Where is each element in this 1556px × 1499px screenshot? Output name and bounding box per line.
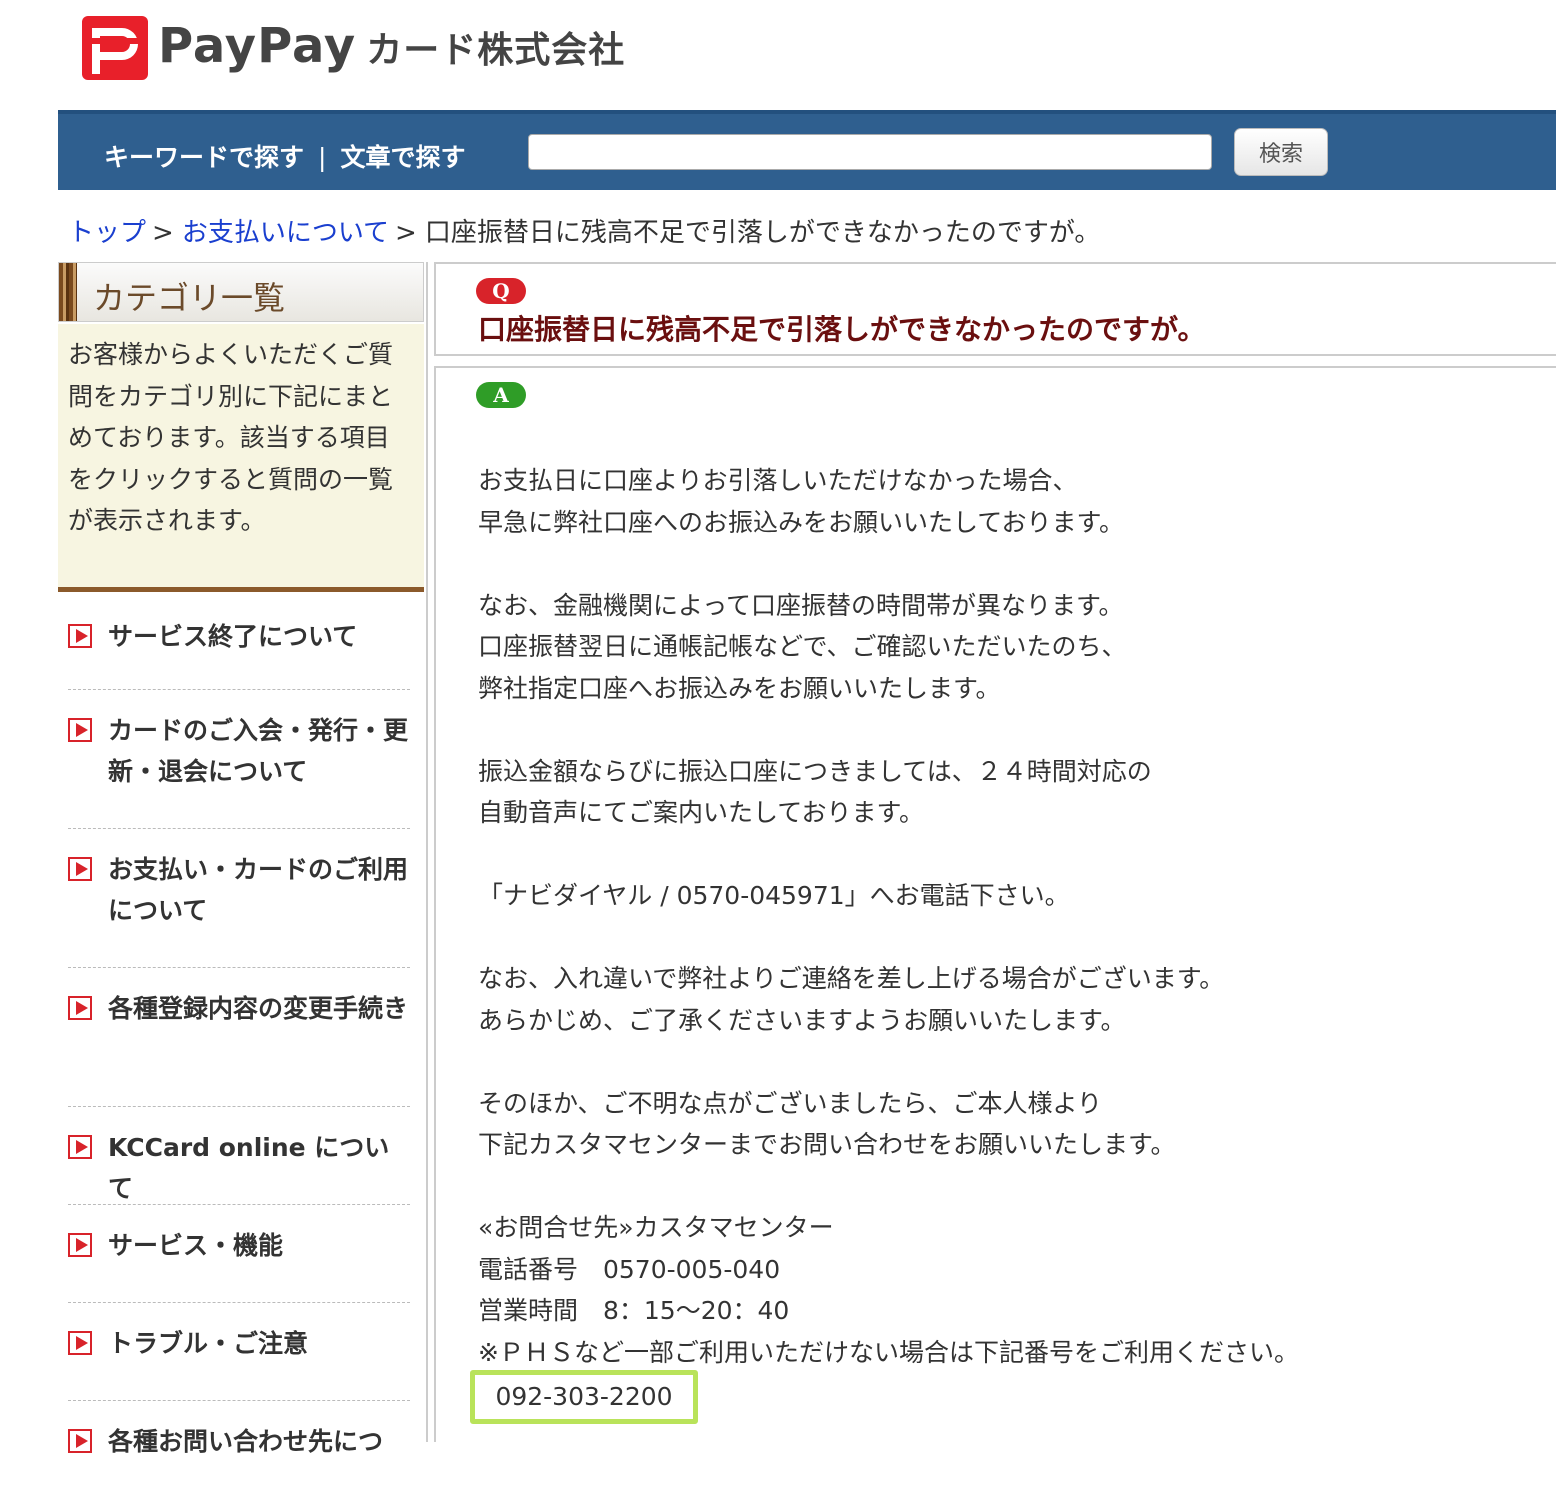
category-description: お客様からよくいただくご質問をカテゴリ別に下記にまとめております。該当する項目を… — [58, 324, 424, 592]
category-item-service-end[interactable]: サービス終了について — [68, 596, 410, 690]
answer-line — [478, 917, 1538, 959]
breadcrumb: トップ > お支払いについて > 口座振替日に残高不足で引落しができなかったのですが。 — [68, 212, 1100, 249]
answer-line: 「ナビダイヤル / 0570-045971」へお電話下さい。 — [478, 881, 1070, 910]
category-item-label[interactable]: トラブル・ご注意 — [108, 1323, 408, 1364]
category-item-label[interactable]: サービス終了について — [108, 616, 408, 657]
arrow-right-icon — [68, 857, 92, 881]
search-mode-sentence[interactable]: 文章で探す — [340, 143, 465, 172]
arrow-right-icon — [68, 996, 92, 1020]
category-item-label[interactable]: サービス・機能 — [108, 1225, 408, 1266]
answer-line: 下記カスタマセンターまでお問い合わせをお願いいたします。 — [478, 1130, 1176, 1159]
answer-line: 弊社指定口座へお振込みをお願いいたします。 — [478, 673, 1001, 703]
category-item-contacts[interactable]: 各種お問い合わせ先につ — [68, 1401, 410, 1499]
answer-body: お支払日に口座よりお引落しいただけなかった場合、 早急に弊社口座へのお振込みをお… — [478, 460, 1538, 1373]
answer-line — [478, 543, 1538, 585]
contact-phone: 電話番号 0570-005-040 — [478, 1254, 781, 1284]
contact-hours: 営業時間 8：15～20：40 — [478, 1296, 790, 1325]
answer-line: なお、金融機関によって口座振替の時間帯が異なります。 — [478, 590, 1124, 620]
arrow-right-icon — [68, 624, 92, 648]
answer-line — [478, 1166, 1538, 1208]
category-title: カテゴリ一覧 — [93, 279, 286, 317]
brand-name: PayPay カード株式会社 — [158, 18, 625, 74]
answer-line: 自動音声にてご案内いたしております。 — [478, 798, 925, 827]
arrow-right-icon — [68, 718, 92, 742]
answer-line: お支払日に口座よりお引落しいただけなかった場合、 — [478, 466, 1078, 495]
arrow-right-icon — [68, 1429, 92, 1453]
answer-line: 口座振替翌日に通帳記帳などで、ご確認いただいたのち、 — [478, 632, 1127, 661]
answer-line: なお、入れ違いで弊社よりご連絡を差し上げる場合がございます。 — [478, 964, 1225, 993]
breadcrumb-top-link[interactable]: トップ — [68, 218, 146, 248]
brand-company: カード株式会社 — [366, 30, 626, 71]
search-button[interactable]: 検索 — [1234, 128, 1328, 176]
answer-badge-icon: A — [476, 382, 526, 408]
paypay-logo-icon[interactable] — [82, 16, 148, 80]
category-item-card-membership[interactable]: カードのご入会・発行・更新・退会について — [68, 690, 410, 829]
category-item-payment-usage[interactable]: お支払い・カードのご利用について — [68, 829, 410, 968]
contact-note: ※ＰＨＳなど一部ご利用いただけない場合は下記番号をご利用ください。 — [478, 1337, 1299, 1367]
question-title: 口座振替日に残高不足で引落しができなかったのですが。 — [478, 313, 1206, 346]
category-item-registration-change[interactable]: 各種登録内容の変更手続き — [68, 968, 410, 1107]
breadcrumb-separator: > — [395, 218, 417, 248]
answer-line — [478, 834, 1538, 876]
category-header-bar — [59, 263, 77, 321]
search-mode-separator: | — [318, 143, 327, 172]
alternate-phone-number: 092-303-2200 — [470, 1370, 698, 1424]
arrow-right-icon — [68, 1233, 92, 1257]
category-item-label[interactable]: お支払い・カードのご利用について — [108, 849, 408, 931]
question-badge-icon: Q — [476, 278, 526, 304]
question-box: Q 口座振替日に残高不足で引落しができなかったのですが。 — [434, 262, 1556, 356]
search-modes: キーワードで探す | 文章で探す — [104, 138, 465, 174]
site-header: PayPay カード株式会社 — [0, 0, 1556, 110]
answer-line — [478, 1041, 1538, 1083]
category-list: サービス終了について カードのご入会・発行・更新・退会について お支払い・カード… — [58, 596, 424, 1499]
category-item-label[interactable]: 各種登録内容の変更手続き — [108, 988, 408, 1029]
category-sidebar: カテゴリ一覧 お客様からよくいただくご質問をカテゴリ別に下記にまとめております。… — [58, 262, 428, 1456]
category-item-label[interactable]: KCCard online について — [108, 1127, 408, 1209]
arrow-right-icon — [68, 1135, 92, 1159]
breadcrumb-separator: > — [152, 218, 174, 248]
answer-box: A お支払日に口座よりお引落しいただけなかった場合、 早急に弊社口座へのお振込み… — [434, 366, 1556, 1442]
answer-line: あらかじめ、ご了承くださいますようお願いいたします。 — [478, 1005, 1126, 1035]
breadcrumb-payment-link[interactable]: お支払いについて — [182, 218, 389, 248]
search-bar: キーワードで探す | 文章で探す 検索 — [58, 110, 1556, 190]
breadcrumb-current: 口座振替日に残高不足で引落しができなかったのですが。 — [424, 218, 1101, 248]
arrow-right-icon — [68, 1331, 92, 1355]
answer-line — [478, 709, 1538, 751]
category-item-label[interactable]: カードのご入会・発行・更新・退会について — [108, 710, 408, 792]
answer-line: 早急に弊社口座へのお振込みをお願いいたしております。 — [478, 507, 1125, 537]
category-item-services[interactable]: サービス・機能 — [68, 1205, 410, 1303]
search-input[interactable] — [528, 134, 1212, 170]
answer-line: そのほか、ご不明な点がございましたら、ご本人様より — [478, 1088, 1103, 1118]
search-mode-keyword[interactable]: キーワードで探す — [104, 143, 304, 172]
category-header: カテゴリ一覧 — [58, 262, 424, 322]
brand-logo-text: PayPay — [158, 18, 357, 74]
category-item-kccard-online[interactable]: KCCard online について — [68, 1107, 410, 1205]
contact-heading: «お問合せ先»カスタマセンター — [478, 1213, 834, 1242]
answer-line: 振込金額ならびに振込口座につきましては、２４時間対応の — [478, 756, 1152, 786]
category-item-trouble[interactable]: トラブル・ご注意 — [68, 1303, 410, 1401]
